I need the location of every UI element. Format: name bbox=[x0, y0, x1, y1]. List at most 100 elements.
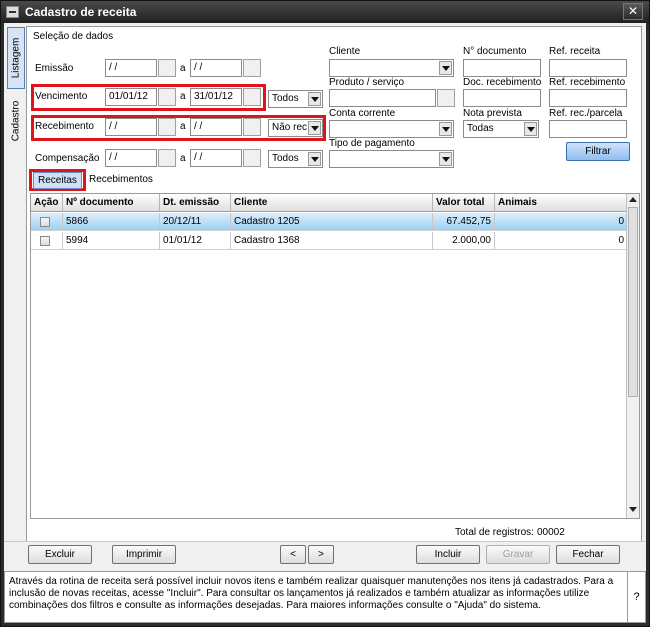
recebimento-to-picker[interactable] bbox=[243, 118, 261, 136]
listagem-panel: Seleção de dados Emissão / / a / / Venci… bbox=[26, 26, 642, 553]
ref-receita-field[interactable] bbox=[549, 59, 627, 77]
valor-cell: 67.452,75 bbox=[433, 213, 495, 231]
section-title: Seleção de dados bbox=[33, 31, 114, 42]
n-documento-label: N° documento bbox=[463, 46, 527, 57]
action-toolbar: Excluir Imprimir < > Incluir Gravar Fech… bbox=[4, 541, 646, 567]
col-dt-emissao[interactable]: Dt. emissão bbox=[160, 194, 231, 212]
window-body: Listagem Cadastro Seleção de dados Emiss… bbox=[4, 23, 646, 623]
recebimento-label: Recebimento bbox=[35, 121, 94, 132]
tipo-pagamento-combo[interactable] bbox=[329, 150, 454, 168]
gravar-button[interactable]: Gravar bbox=[486, 545, 550, 564]
n-documento-field[interactable] bbox=[463, 59, 541, 77]
vencimento-from-field[interactable]: 01/01/12 bbox=[105, 88, 157, 106]
emissao-to-field[interactable]: / / bbox=[190, 59, 242, 77]
total-registros-label: Total de registros: bbox=[455, 527, 534, 538]
prev-button[interactable]: < bbox=[280, 545, 306, 564]
emissao-separator: a bbox=[180, 63, 186, 74]
nota-prevista-combo[interactable]: Todas bbox=[463, 120, 539, 138]
vencimento-separator: a bbox=[180, 91, 186, 102]
emissao-to-picker[interactable] bbox=[243, 59, 261, 77]
compensacao-from-field[interactable]: / / bbox=[105, 149, 157, 167]
vencimento-from-picker[interactable] bbox=[158, 88, 176, 106]
cliente-label: Cliente bbox=[329, 46, 361, 57]
table-row[interactable]: 5994 01/01/12 Cadastro 1368 2.000,00 0 bbox=[31, 232, 627, 250]
app-icon bbox=[6, 6, 19, 18]
grid-scrollbar[interactable] bbox=[626, 194, 639, 518]
doc-recebimento-field[interactable] bbox=[463, 89, 541, 107]
next-button[interactable]: > bbox=[308, 545, 334, 564]
chevron-down-icon bbox=[308, 92, 321, 106]
vencimento-to-picker[interactable] bbox=[243, 88, 261, 106]
help-icon[interactable]: ? bbox=[627, 572, 645, 622]
ref-recebimento-field[interactable] bbox=[549, 89, 627, 107]
row-checkbox[interactable] bbox=[40, 236, 50, 246]
ref-recebimento-label: Ref. recebimento bbox=[549, 77, 626, 88]
col-acao[interactable]: Ação bbox=[31, 194, 63, 212]
produto-label: Produto / serviço bbox=[329, 77, 405, 88]
animais-cell: 0 bbox=[618, 235, 624, 246]
recebimento-from-picker[interactable] bbox=[158, 118, 176, 136]
vtab-cadastro[interactable]: Cadastro bbox=[7, 93, 25, 149]
vencimento-combo[interactable]: Todos bbox=[268, 90, 323, 108]
conta-combo[interactable] bbox=[329, 120, 454, 138]
excluir-button[interactable]: Excluir bbox=[28, 545, 92, 564]
emissao-from-picker[interactable] bbox=[158, 59, 176, 77]
animais-cell: 0 bbox=[618, 216, 624, 227]
recebimento-from-field[interactable]: / / bbox=[105, 118, 157, 136]
table-row[interactable]: 5866 20/12/11 Cadastro 1205 67.452,75 0 bbox=[31, 213, 627, 231]
col-n-documento[interactable]: Nº documento bbox=[63, 194, 160, 212]
title-bar: Cadastro de receita ✕ bbox=[1, 1, 649, 23]
scroll-thumb[interactable] bbox=[628, 207, 638, 397]
row-checkbox[interactable] bbox=[40, 217, 50, 227]
acao-cell bbox=[31, 232, 63, 250]
tipo-pagamento-label: Tipo de pagamento bbox=[329, 138, 415, 149]
valor-cell: 2.000,00 bbox=[433, 232, 495, 250]
col-valor-total[interactable]: Valor total bbox=[433, 194, 495, 212]
doc-cell: 5994 bbox=[63, 232, 160, 250]
grid-header: Ação Nº documento Dt. emissão Cliente Va… bbox=[31, 194, 627, 212]
chevron-down-icon bbox=[439, 152, 452, 166]
compensacao-to-picker[interactable] bbox=[243, 149, 261, 167]
scroll-up-icon[interactable] bbox=[629, 197, 637, 202]
col-animais[interactable]: Animais bbox=[495, 194, 627, 212]
doc-recebimento-label: Doc. recebimento bbox=[463, 77, 542, 88]
incluir-button[interactable]: Incluir bbox=[416, 545, 480, 564]
recebimento-combo[interactable]: Não rec bbox=[268, 119, 323, 137]
cliente-combo[interactable] bbox=[329, 59, 454, 77]
vertical-tabs: Listagem Cadastro bbox=[4, 23, 27, 558]
cliente-cell: Cadastro 1205 bbox=[231, 213, 433, 231]
cliente-cell: Cadastro 1368 bbox=[231, 232, 433, 250]
filtrar-button[interactable]: Filtrar bbox=[566, 142, 630, 161]
compensacao-label: Compensação bbox=[35, 153, 100, 164]
receitas-grid: Ação Nº documento Dt. emissão Cliente Va… bbox=[30, 193, 640, 519]
produto-field[interactable] bbox=[329, 89, 436, 107]
vtab-listagem[interactable]: Listagem bbox=[7, 27, 25, 89]
tab-receitas[interactable]: Receitas bbox=[33, 172, 82, 189]
compensacao-from-picker[interactable] bbox=[158, 149, 176, 167]
tab-recebimentos[interactable]: Recebimentos bbox=[85, 172, 157, 189]
ref-parcela-field[interactable] bbox=[549, 120, 627, 138]
vencimento-to-field[interactable]: 31/01/12 bbox=[190, 88, 242, 106]
chevron-down-icon bbox=[308, 121, 321, 135]
compensacao-combo[interactable]: Todos bbox=[268, 150, 323, 168]
emissao-label: Emissão bbox=[35, 63, 74, 74]
col-cliente[interactable]: Cliente bbox=[231, 194, 433, 212]
conta-label: Conta corrente bbox=[329, 108, 396, 119]
close-button[interactable]: ✕ bbox=[623, 3, 643, 20]
vencimento-label: Vencimento bbox=[35, 91, 88, 102]
recebimento-to-field[interactable]: / / bbox=[190, 118, 242, 136]
emissao-cell: 20/12/11 bbox=[160, 213, 231, 231]
nota-prevista-label: Nota prevista bbox=[463, 108, 522, 119]
recebimento-separator: a bbox=[180, 121, 186, 132]
compensacao-to-field[interactable]: / / bbox=[190, 149, 242, 167]
ref-parcela-label: Ref. rec./parcela bbox=[549, 108, 623, 119]
produto-lookup[interactable] bbox=[437, 89, 455, 107]
fechar-button[interactable]: Fechar bbox=[556, 545, 620, 564]
app-window: Cadastro de receita ✕ Listagem Cadastro … bbox=[0, 0, 650, 627]
help-panel: Através da rotina de receita será possív… bbox=[4, 571, 646, 623]
emissao-cell: 01/01/12 bbox=[160, 232, 231, 250]
emissao-from-field[interactable]: / / bbox=[105, 59, 157, 77]
imprimir-button[interactable]: Imprimir bbox=[112, 545, 176, 564]
scroll-down-icon[interactable] bbox=[629, 507, 637, 512]
chevron-down-icon bbox=[439, 122, 452, 136]
